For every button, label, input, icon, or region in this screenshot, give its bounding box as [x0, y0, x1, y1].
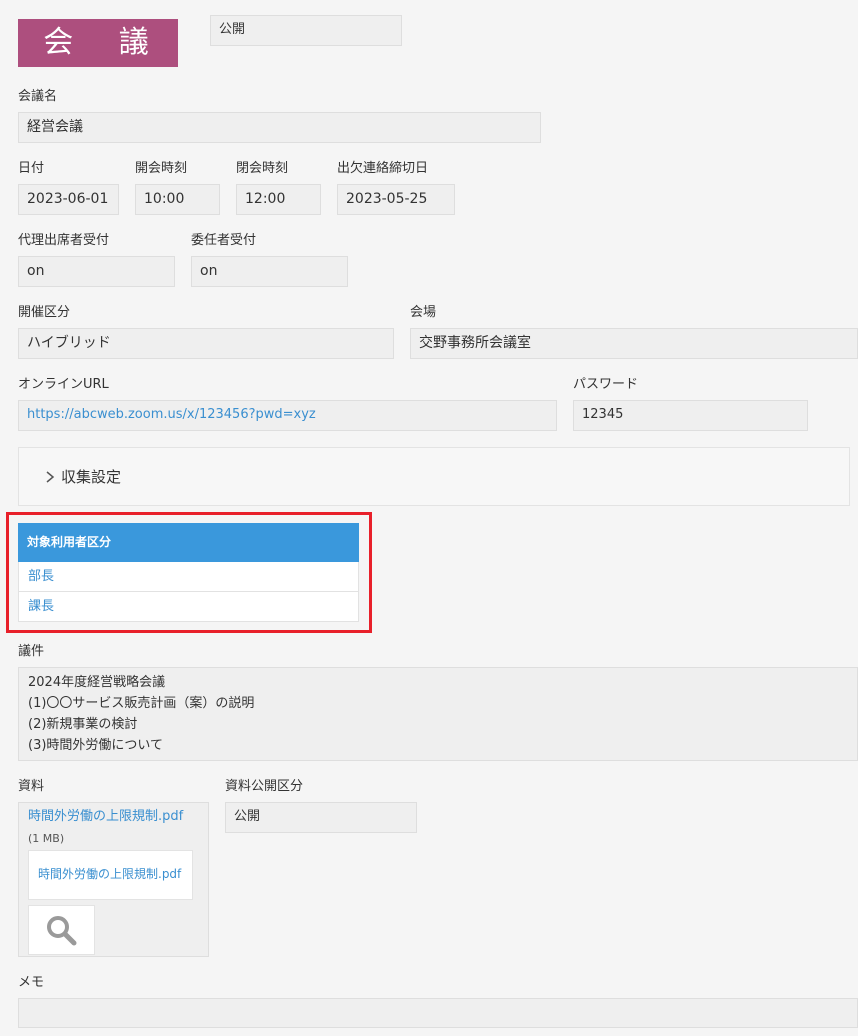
materials-visibility-field: 公開	[225, 802, 417, 833]
online-url-link[interactable]: https://abcweb.zoom.us/x/123456?pwd=xyz	[18, 400, 557, 431]
rsvp-deadline-field: 2023-05-25	[337, 184, 455, 215]
delegate-reception-field: on	[191, 256, 348, 287]
start-time-field: 10:00	[135, 184, 220, 215]
materials-box: 時間外労働の上限規制.pdf (1 MB) 時間外労働の上限規制.pdf	[18, 802, 209, 957]
memo-field	[18, 998, 858, 1028]
file-size: (1 MB)	[28, 832, 65, 845]
end-time-field: 12:00	[236, 184, 321, 215]
collection-settings-toggle[interactable]: 収集設定	[18, 447, 850, 506]
agenda-line: (3)時間外労働について	[28, 738, 164, 753]
materials-visibility-label: 資料公開区分	[225, 779, 304, 794]
app-title-badge: 会 議	[18, 19, 178, 67]
meeting-name-label: 会議名	[18, 89, 58, 104]
agenda-line: (2)新規事業の検討	[28, 717, 138, 732]
rsvp-deadline-label: 出欠連絡締切日	[337, 161, 429, 176]
end-time-label: 閉会時刻	[236, 161, 289, 176]
agenda-label: 議件	[18, 644, 45, 659]
file-download-link[interactable]: 時間外労働の上限規制.pdf	[28, 808, 183, 826]
preview-zoom-button[interactable]	[28, 905, 95, 955]
date-label: 日付	[18, 161, 45, 176]
format-field: ハイブリッド	[18, 328, 394, 359]
password-field: 12345	[573, 400, 808, 431]
target-users-row-2[interactable]: 課長	[18, 592, 359, 622]
file-preview-thumbnail[interactable]: 時間外労働の上限規制.pdf	[28, 850, 193, 900]
date-field: 2023-06-01	[18, 184, 119, 215]
visibility-field: 公開	[210, 15, 402, 46]
chevron-right-icon	[46, 471, 55, 483]
format-label: 開催区分	[18, 305, 71, 320]
online-url-label: オンラインURL	[18, 377, 109, 392]
target-users-header: 対象利用者区分	[18, 523, 359, 562]
magnifier-icon	[47, 916, 77, 946]
collection-settings-label: 収集設定	[61, 468, 122, 486]
proxy-reception-field: on	[18, 256, 175, 287]
meeting-name-field: 経営会議	[18, 112, 541, 143]
agenda-line: 2024年度経営戦略会議	[28, 675, 166, 690]
file-preview-text: 時間外労働の上限規制.pdf	[38, 867, 182, 881]
meeting-detail-page: 会 議 公開 会議名 経営会議 日付 2023-06-01 開会時刻 10:00…	[0, 0, 858, 1036]
proxy-reception-label: 代理出席者受付	[18, 233, 110, 248]
delegate-reception-label: 委任者受付	[191, 233, 257, 248]
password-label: パスワード	[573, 377, 639, 392]
target-users-row-1[interactable]: 部長	[18, 562, 359, 592]
agenda-line: (1)〇〇サービス販売計画（案）の説明	[28, 696, 255, 711]
venue-field: 交野事務所会議室	[410, 328, 858, 359]
memo-label: メモ	[18, 975, 45, 990]
venue-label: 会場	[410, 305, 437, 320]
start-time-label: 開会時刻	[135, 161, 188, 176]
materials-label: 資料	[18, 779, 45, 794]
agenda-field: 2024年度経営戦略会議 (1)〇〇サービス販売計画（案）の説明 (2)新規事業…	[18, 667, 858, 761]
